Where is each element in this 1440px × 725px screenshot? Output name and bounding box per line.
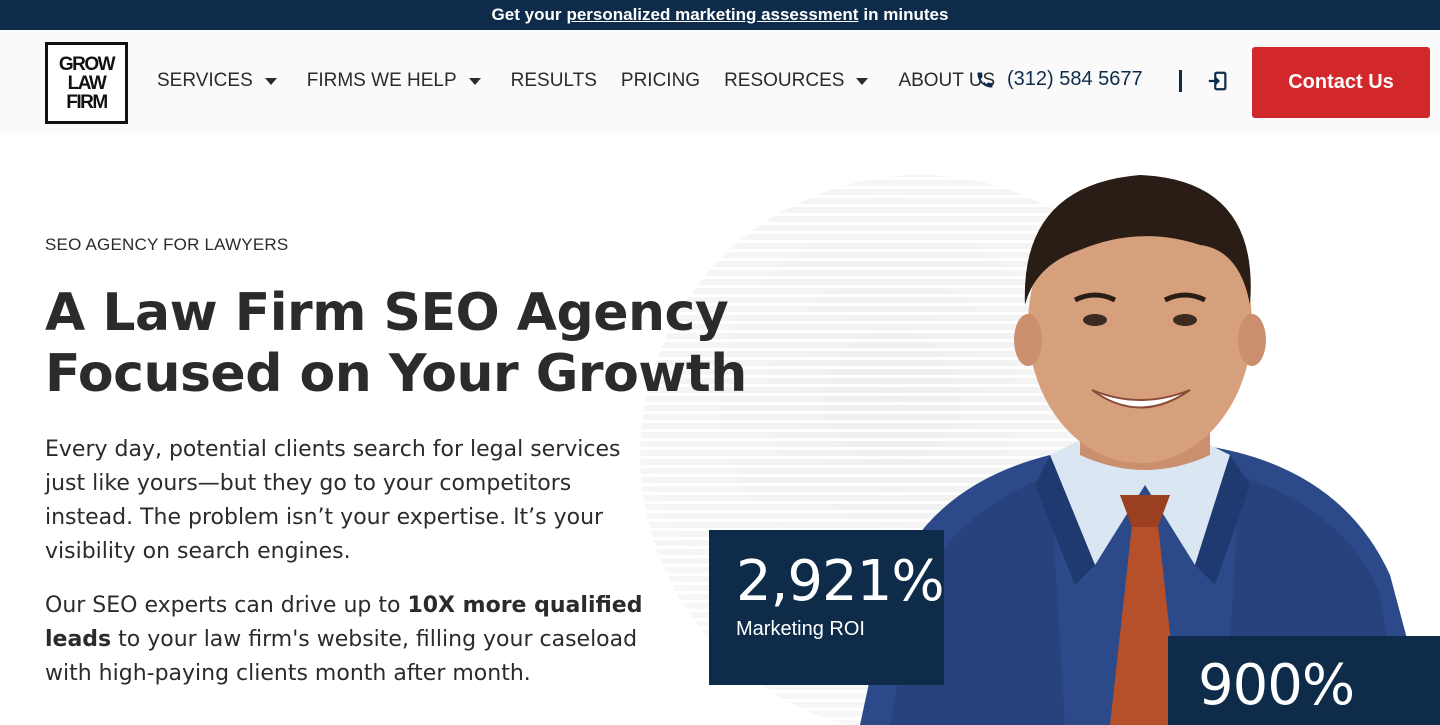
paragraph-text: to your law firm's website, filling your… — [45, 627, 638, 686]
headline-line: A Law Firm SEO Agency — [45, 283, 729, 343]
phone-icon — [977, 72, 993, 87]
nav-item-label: RESOURCES — [724, 70, 845, 91]
promo-banner: Get your personalized marketing assessme… — [0, 0, 1440, 30]
phone-link[interactable]: (312) 584 5677 — [975, 68, 1143, 91]
nav-item-results[interactable]: RESULTS — [511, 70, 597, 92]
logo-line: GROW — [58, 53, 116, 75]
stat-card-marketing-roi: 2,921% Marketing ROI — [709, 530, 945, 685]
header-divider — [1179, 70, 1182, 92]
banner-prefix: Get your — [491, 5, 562, 24]
chevron-down-icon — [264, 77, 277, 85]
hero-section: SEO AGENCY FOR LAWYERS A Law Firm SEO Ag… — [0, 135, 1440, 725]
phone-number: (312) 584 5677 — [1007, 68, 1143, 90]
login-icon[interactable] — [1207, 70, 1229, 96]
nav-item-firms-we-help[interactable]: FIRMS WE HELP — [307, 70, 487, 92]
assessment-link[interactable]: personalized marketing assessment — [566, 5, 858, 25]
nav-item-label: FIRMS WE HELP — [306, 70, 457, 91]
logo-line: LAW — [67, 72, 107, 94]
stat-card-secondary: 900% — [1168, 636, 1440, 725]
hero-paragraph-1: Every day, potential clients search for … — [45, 437, 621, 564]
nav-item-label: RESULTS — [510, 70, 597, 91]
nav-item-services[interactable]: SERVICES — [157, 70, 283, 92]
chevron-down-icon — [856, 77, 869, 85]
stat-label: Marketing ROI — [736, 618, 865, 640]
nav-item-label: PRICING — [620, 70, 701, 91]
contact-us-button[interactable]: Contact Us — [1252, 47, 1430, 118]
banner-suffix: in minutes — [863, 5, 949, 24]
chevron-down-icon — [468, 77, 481, 85]
hero-headline: A Law Firm SEO Agency Focused on Your Gr… — [45, 283, 765, 405]
main-nav: SERVICES FIRMS WE HELP RESULTS PRICING R… — [157, 70, 1019, 92]
paragraph-text: Our SEO experts can drive up to — [45, 593, 408, 618]
hero-paragraph-2: Our SEO experts can drive up to 10X more… — [45, 589, 665, 691]
nav-item-pricing[interactable]: PRICING — [621, 70, 700, 92]
logo-line: FIRM — [66, 91, 108, 113]
nav-item-label: SERVICES — [157, 70, 253, 91]
site-header: GROW LAW FIRM SERVICES FIRMS WE HELP RES… — [0, 30, 1440, 135]
stat-value: 2,921% — [736, 549, 945, 614]
grow-law-firm-logo[interactable]: GROW LAW FIRM — [45, 42, 128, 124]
stat-value: 900% — [1198, 653, 1355, 718]
headline-line: Focused on Your Growth — [45, 344, 747, 404]
hero-eyebrow: SEO AGENCY FOR LAWYERS — [45, 235, 289, 254]
nav-item-resources[interactable]: RESOURCES — [724, 70, 874, 92]
